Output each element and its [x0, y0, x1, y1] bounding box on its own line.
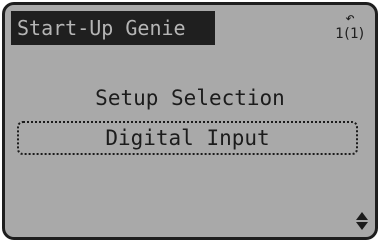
parameter-name: Setup Selection	[95, 86, 285, 110]
up-down-arrows-icon	[356, 212, 368, 230]
return-arrow-icon: ↶	[345, 8, 355, 27]
parameter-value-selector[interactable]: Digital Input	[17, 121, 358, 155]
active-setup-number: 1(1)	[335, 26, 366, 42]
menu-title: Start-Up Genie	[11, 11, 215, 45]
setup-indicator: ↶ 1(1)	[333, 8, 367, 47]
lcp-display: Start-Up Genie ↶ 1(1) Setup Selection Di…	[2, 2, 378, 240]
